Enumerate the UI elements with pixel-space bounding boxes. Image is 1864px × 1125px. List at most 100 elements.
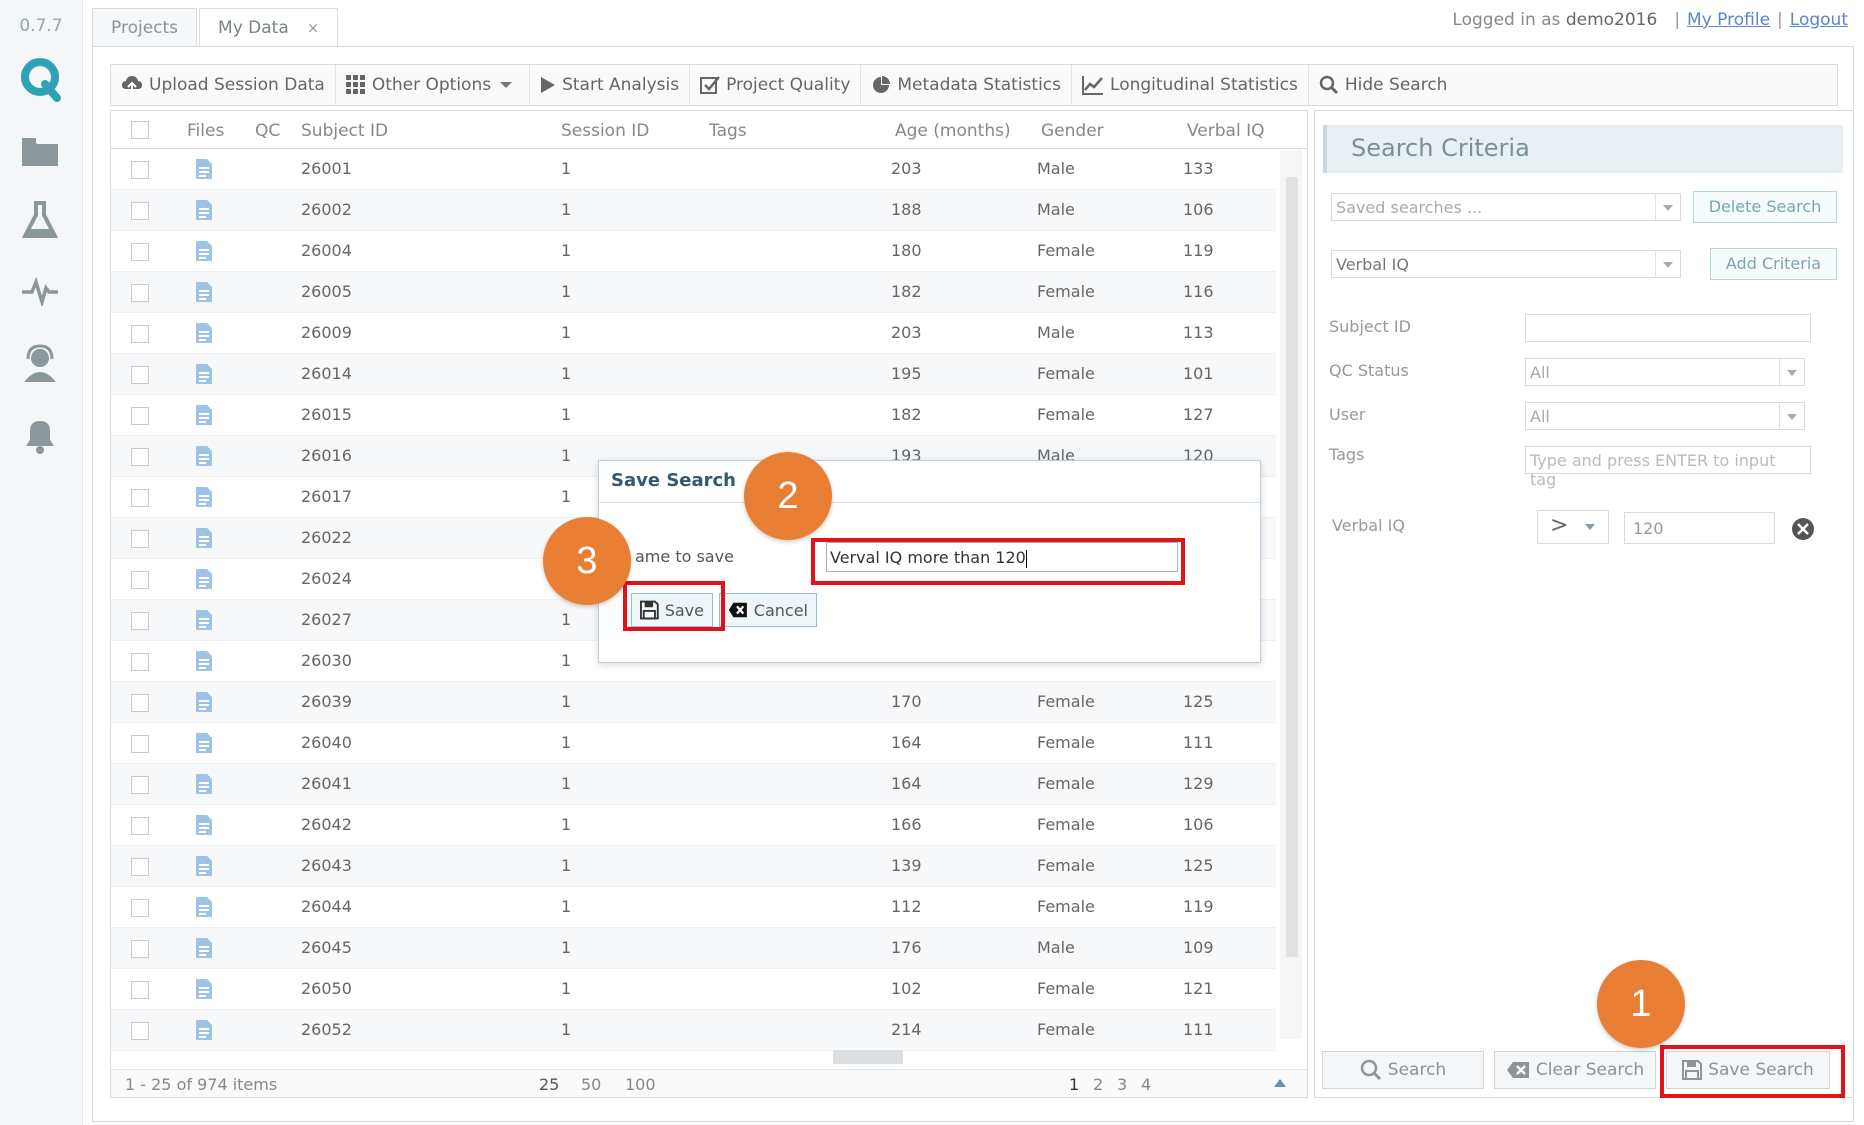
row-checkbox[interactable] bbox=[131, 530, 149, 548]
table-row[interactable]: 26045 1 176 Male 109 bbox=[111, 928, 1276, 969]
qc-status-select[interactable]: All bbox=[1525, 358, 1805, 386]
row-checkbox[interactable] bbox=[131, 612, 149, 630]
metadata-statistics-button[interactable]: Metadata Statistics bbox=[861, 65, 1073, 105]
file-icon-wrapper[interactable] bbox=[194, 363, 214, 389]
file-icon[interactable] bbox=[194, 773, 214, 795]
upload-session-data-button[interactable]: Upload Session Data bbox=[111, 65, 336, 105]
file-icon[interactable] bbox=[194, 896, 214, 918]
table-row[interactable]: 26005 1 182 Female 116 bbox=[111, 272, 1276, 313]
file-icon-wrapper[interactable] bbox=[194, 609, 214, 635]
file-icon-wrapper[interactable] bbox=[194, 650, 214, 676]
file-icon[interactable] bbox=[194, 978, 214, 1000]
column-header-gender[interactable]: Gender bbox=[1041, 121, 1104, 141]
row-checkbox[interactable] bbox=[131, 1022, 149, 1040]
other-options-button[interactable]: Other Options bbox=[336, 65, 531, 105]
row-checkbox[interactable] bbox=[131, 407, 149, 425]
verbal-iq-value-input[interactable]: 120 bbox=[1624, 512, 1775, 544]
file-icon-wrapper[interactable] bbox=[194, 322, 214, 348]
user-select[interactable]: All bbox=[1525, 402, 1805, 430]
row-checkbox[interactable] bbox=[131, 489, 149, 507]
column-header-verbal-iq[interactable]: Verbal IQ bbox=[1187, 121, 1265, 141]
bell-icon[interactable] bbox=[20, 416, 60, 456]
page-4[interactable]: 4 bbox=[1141, 1075, 1151, 1094]
file-icon-wrapper[interactable] bbox=[194, 281, 214, 307]
file-icon[interactable] bbox=[194, 363, 214, 385]
row-checkbox[interactable] bbox=[131, 776, 149, 794]
file-icon-wrapper[interactable] bbox=[194, 937, 214, 963]
file-icon[interactable] bbox=[194, 322, 214, 344]
table-row[interactable]: 26042 1 166 Female 106 bbox=[111, 805, 1276, 846]
file-icon[interactable] bbox=[194, 281, 214, 303]
scroll-top-icon[interactable] bbox=[1273, 1078, 1287, 1090]
close-icon[interactable]: × bbox=[307, 19, 320, 37]
criteria-select[interactable]: Verbal IQ bbox=[1331, 250, 1681, 278]
row-checkbox[interactable] bbox=[131, 858, 149, 876]
page-2[interactable]: 2 bbox=[1093, 1075, 1103, 1094]
table-row[interactable]: 26044 1 112 Female 119 bbox=[111, 887, 1276, 928]
file-icon-wrapper[interactable] bbox=[194, 445, 214, 471]
file-icon-wrapper[interactable] bbox=[194, 773, 214, 799]
table-row[interactable]: 26039 1 170 Female 125 bbox=[111, 682, 1276, 723]
row-checkbox[interactable] bbox=[131, 366, 149, 384]
page-1[interactable]: 1 bbox=[1069, 1075, 1079, 1094]
start-analysis-button[interactable]: Start Analysis bbox=[530, 65, 691, 105]
page-size-50[interactable]: 50 bbox=[581, 1075, 601, 1094]
file-icon-wrapper[interactable] bbox=[194, 1019, 214, 1045]
file-icon-wrapper[interactable] bbox=[194, 896, 214, 922]
file-icon[interactable] bbox=[194, 240, 214, 262]
file-icon[interactable] bbox=[194, 1019, 214, 1041]
file-icon-wrapper[interactable] bbox=[194, 158, 214, 184]
file-icon-wrapper[interactable] bbox=[194, 486, 214, 512]
file-icon[interactable] bbox=[194, 486, 214, 508]
verbal-iq-operator-select[interactable]: > bbox=[1537, 510, 1609, 544]
row-checkbox[interactable] bbox=[131, 653, 149, 671]
clear-search-button[interactable]: Clear Search bbox=[1494, 1051, 1656, 1089]
pulse-icon[interactable] bbox=[20, 276, 60, 306]
tab-projects[interactable]: Projects bbox=[92, 8, 198, 46]
row-checkbox[interactable] bbox=[131, 448, 149, 466]
file-icon[interactable] bbox=[194, 527, 214, 549]
row-checkbox[interactable] bbox=[131, 940, 149, 958]
row-checkbox[interactable] bbox=[131, 243, 149, 261]
column-header-subject-id[interactable]: Subject ID bbox=[301, 121, 388, 141]
file-icon-wrapper[interactable] bbox=[194, 199, 214, 225]
page-3[interactable]: 3 bbox=[1117, 1075, 1127, 1094]
row-checkbox[interactable] bbox=[131, 817, 149, 835]
row-checkbox[interactable] bbox=[131, 284, 149, 302]
table-row[interactable]: 26015 1 182 Female 127 bbox=[111, 395, 1276, 436]
select-all-checkbox[interactable] bbox=[131, 121, 149, 139]
file-icon[interactable] bbox=[194, 814, 214, 836]
file-icon[interactable] bbox=[194, 568, 214, 590]
hide-search-button[interactable]: Hide Search bbox=[1309, 65, 1458, 105]
vertical-scroll-thumb[interactable] bbox=[1286, 177, 1298, 957]
table-row[interactable]: 26001 1 203 Male 133 bbox=[111, 149, 1276, 190]
file-icon[interactable] bbox=[194, 691, 214, 713]
saved-searches-select[interactable]: Saved searches ... bbox=[1331, 193, 1681, 221]
page-size-100[interactable]: 100 bbox=[625, 1075, 656, 1094]
table-row[interactable]: 26004 1 180 Female 119 bbox=[111, 231, 1276, 272]
row-checkbox[interactable] bbox=[131, 735, 149, 753]
tags-input[interactable]: Type and press ENTER to input tag bbox=[1525, 446, 1811, 489]
row-checkbox[interactable] bbox=[131, 571, 149, 589]
file-icon[interactable] bbox=[194, 732, 214, 754]
add-criteria-button[interactable]: Add Criteria bbox=[1710, 248, 1837, 280]
file-icon-wrapper[interactable] bbox=[194, 814, 214, 840]
column-header-qc[interactable]: QC bbox=[255, 121, 280, 141]
table-row[interactable]: 26052 1 214 Female 111 bbox=[111, 1010, 1276, 1051]
row-checkbox[interactable] bbox=[131, 161, 149, 179]
delete-search-button[interactable]: Delete Search bbox=[1693, 191, 1837, 223]
file-icon[interactable] bbox=[194, 937, 214, 959]
table-row[interactable]: 26002 1 188 Male 106 bbox=[111, 190, 1276, 231]
file-icon-wrapper[interactable] bbox=[194, 404, 214, 430]
longitudinal-statistics-button[interactable]: Longitudinal Statistics bbox=[1072, 65, 1309, 105]
horizontal-scrollbar[interactable] bbox=[701, 1046, 1271, 1066]
page-size-25[interactable]: 25 bbox=[539, 1075, 559, 1094]
logout-link[interactable]: Logout bbox=[1790, 10, 1848, 30]
table-row[interactable]: 26040 1 164 Female 111 bbox=[111, 723, 1276, 764]
dialog-cancel-button[interactable]: Cancel bbox=[719, 593, 817, 627]
column-header-session-id[interactable]: Session ID bbox=[561, 121, 649, 141]
file-icon[interactable] bbox=[194, 158, 214, 180]
file-icon-wrapper[interactable] bbox=[194, 732, 214, 758]
file-icon-wrapper[interactable] bbox=[194, 978, 214, 1004]
vertical-scrollbar[interactable] bbox=[1280, 149, 1302, 1039]
